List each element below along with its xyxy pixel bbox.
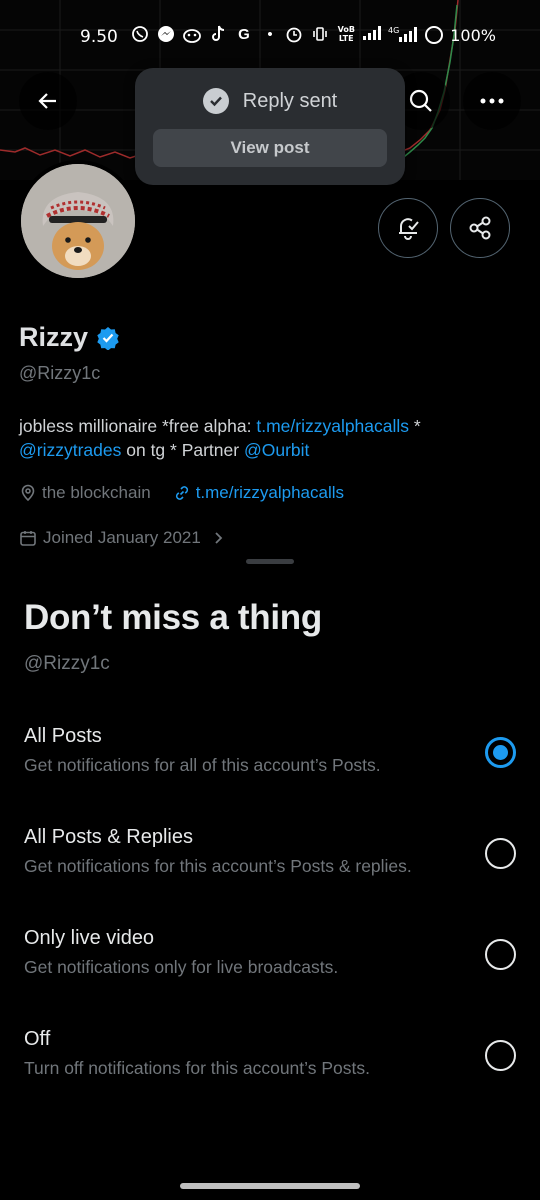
alarm-icon: [284, 25, 304, 45]
profile-location: the blockchain: [19, 483, 151, 503]
sheet-title: Don’t miss a thing: [24, 598, 322, 637]
bio-link[interactable]: t.me/rizzyalphacalls: [256, 416, 409, 436]
toast-message: Reply sent: [242, 89, 338, 112]
check-circle-icon: [202, 88, 229, 114]
battery-percent: 100%: [450, 25, 496, 45]
verified-badge-icon[interactable]: [96, 326, 120, 350]
option-title: Only live video: [24, 927, 155, 949]
notification-settings-sheet: Don’t miss a thing @Rizzy1c All Posts Ge…: [0, 548, 540, 1200]
profile-name: Rizzy: [19, 322, 89, 352]
status-time: 9.50: [80, 27, 118, 47]
chevron-right-icon: [215, 532, 223, 544]
joined-text: Joined January 2021: [43, 528, 201, 547]
location-pin-icon: [21, 484, 35, 502]
option-all-posts[interactable]: All Posts Get notifications for all of t…: [0, 725, 540, 815]
profile-bio: jobless millionaire *free alpha: t.me/ri…: [19, 414, 519, 462]
website-link[interactable]: t.me/rizzyalphacalls: [196, 483, 344, 503]
sheet-handle: @Rizzy1c: [24, 653, 110, 674]
avatar[interactable]: [17, 160, 139, 282]
sheet-drag-handle[interactable]: [246, 559, 294, 564]
profile-joined[interactable]: Joined January 2021: [19, 528, 225, 548]
option-description: Turn off notifications for this account’…: [24, 1058, 370, 1078]
bio-text: on tg * Partner: [121, 440, 244, 460]
vibrate-icon: [310, 25, 330, 45]
profile-meta: the blockchain t.me/rizzyalphacalls: [19, 483, 344, 503]
bio-mention-rizzytrades[interactable]: @rizzytrades: [19, 440, 121, 460]
notification-icons: G •: [130, 25, 280, 45]
option-description: Get notifications for all of this accoun…: [24, 755, 381, 775]
volte-icon: VoB LTE: [337, 25, 355, 43]
calendar-icon: [20, 531, 36, 546]
option-title: Off: [24, 1028, 51, 1050]
link-icon: [175, 486, 188, 500]
radio-unselected[interactable]: [485, 939, 516, 970]
radio-unselected[interactable]: [485, 1040, 516, 1071]
messenger-icon: [156, 25, 176, 45]
radio-unselected[interactable]: [485, 838, 516, 869]
share-button[interactable]: [450, 198, 510, 258]
status-bar: 9.50 G • VoB LTE 4G 100%: [0, 0, 540, 70]
signal-icon: [362, 25, 382, 45]
search-icon: [409, 89, 432, 112]
view-post-button[interactable]: View post: [153, 129, 387, 167]
option-description: Get notifications for this account’s Pos…: [24, 856, 412, 876]
reply-sent-toast: Reply sent View post: [135, 68, 405, 185]
back-button[interactable]: [19, 72, 77, 130]
google-icon: G: [238, 26, 250, 43]
bell-check-icon: [399, 218, 419, 240]
svg-text:4G: 4G: [388, 26, 399, 35]
signal-4g-icon: 4G: [388, 25, 418, 45]
arrow-left-icon: [38, 93, 56, 109]
profile-website[interactable]: t.me/rizzyalphacalls: [173, 483, 344, 503]
option-description: Get notifications only for live broadcas…: [24, 957, 339, 977]
option-all-posts-replies[interactable]: All Posts & Replies Get notifications fo…: [0, 826, 540, 916]
profile-name-row: Rizzy: [19, 322, 120, 353]
radio-selected[interactable]: [485, 737, 516, 768]
battery-icon: [424, 25, 444, 45]
whatsapp-icon: [130, 25, 150, 45]
tiktok-icon: [208, 25, 228, 45]
bio-text: jobless millionaire *free alpha:: [19, 416, 257, 436]
option-only-live-video[interactable]: Only live video Get notifications only f…: [0, 927, 540, 1017]
home-indicator[interactable]: [180, 1183, 360, 1189]
more-options-button[interactable]: [463, 72, 521, 130]
profile-handle: @Rizzy1c: [19, 363, 101, 383]
option-title: All Posts: [24, 725, 102, 747]
reddit-icon: [182, 25, 202, 45]
notifications-bell-button[interactable]: [378, 198, 438, 258]
dot-icon: •: [267, 26, 273, 43]
share-icon: [469, 216, 491, 240]
bio-mention-ourbit[interactable]: @Ourbit: [244, 440, 309, 460]
option-off[interactable]: Off Turn off notifications for this acco…: [0, 1028, 540, 1118]
system-status-icons: VoB LTE 4G 100%: [284, 25, 496, 45]
location-text: the blockchain: [42, 483, 151, 502]
bio-text: *: [409, 416, 421, 436]
more-dots-icon: [480, 98, 504, 104]
avatar-image: [21, 164, 135, 278]
option-title: All Posts & Replies: [24, 826, 193, 848]
